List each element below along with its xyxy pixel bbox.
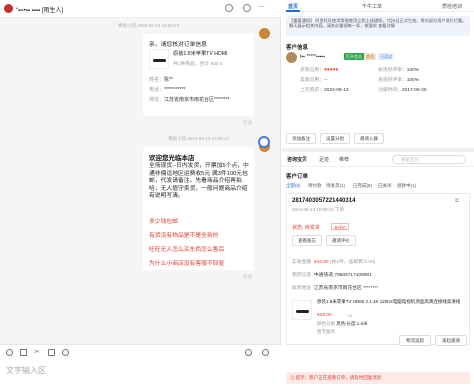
order-status: 状态: 待发货 [292, 225, 320, 231]
quick-reply-link[interactable]: 多少钱包邮 [149, 216, 178, 225]
order-id[interactable]: 2817403057221440314 [292, 198, 355, 204]
badge-bought: 已买过 [378, 53, 394, 60]
chat-pane: “▪=•▪▪ ▪▪▪▪ [陌生人] ⋯ 青松小凯 2023-06-13 10:0… [0, 0, 281, 388]
order-addr-row: 收货地址 江苏省南京市雨花台区 ******** [292, 286, 379, 291]
customer-stats: 买家信用：♥♥♥♥♥ 收货好评率：100% 卖家信用：-- 发货好评率：100%… [300, 66, 470, 120]
contact-avatar[interactable] [4, 4, 13, 13]
footer-tip-banner: ⚠ 提示：客户正在查看订单，请及时回复消息 [286, 372, 470, 384]
stat-last-buy: 上次购买：2022-08-13 [300, 88, 349, 93]
stat-seller-credit: 卖家信用：-- [300, 78, 328, 83]
customer-avatar [286, 52, 297, 63]
timer-icon[interactable] [245, 349, 252, 356]
tab-recommend[interactable]: 推荐 [339, 156, 349, 163]
order-filter-tabs: 全部(9) 待付款 待发货(1) 已完成(8) 已关闭 退款中(1) [286, 182, 470, 191]
notice-banner[interactable]: 【重要通知】 阿里旺旺使用常规使用立即上线通知，7月6日正式生效。将对部分用户进… [286, 16, 470, 36]
message-input[interactable]: 文字输入区 [6, 365, 46, 376]
scroll-indicator[interactable] [258, 136, 270, 148]
screenshot-icon[interactable] [48, 349, 55, 356]
welcome-message: 欢迎您光临本店 全场现货--日内发货，开票加5个点，中通非偏远地区运费收5元 满… [143, 147, 254, 270]
order-item-price: ¥29.00 [317, 313, 332, 318]
send-invite-button[interactable]: 发起邀请 [435, 335, 467, 346]
agent-avatar [259, 28, 270, 39]
customer-info-title: 客户信息 [286, 45, 309, 51]
image-icon[interactable] [20, 349, 27, 356]
chat-header: “▪=•▪▪ ▪▪▪▪ [陌生人] ⋯ [0, 0, 281, 18]
order-card-phone-row: 电话：*********** [149, 87, 186, 93]
order-tab-done[interactable]: 已完成(8) [353, 183, 372, 189]
tab-footprint[interactable]: 足迹 [319, 156, 329, 163]
message-timestamp: 青松小凯 2023-06-13 10:09:24 [118, 23, 180, 28]
order-status-tag: 未评价 [331, 223, 349, 230]
divider [282, 148, 474, 152]
stat-register: 注册时间：2017-06-20 [378, 88, 427, 93]
order-tab-refund[interactable]: 退款中(1) [397, 183, 416, 189]
product-name: 原装1.8米苹果TV HDMI [173, 51, 228, 57]
order-item-qty: ×1 [347, 313, 353, 318]
stat-ship-rate: 发货好评率：100% [378, 78, 420, 83]
badge-member: 会员 [364, 53, 376, 60]
order-tab-closed[interactable]: 已关闭 [378, 183, 392, 189]
stat-receive-rate: 收货好评率：100% [378, 68, 420, 73]
order-card-addr-row: 地址：江苏省南京市雨花台区******** [149, 97, 230, 103]
contact-name: “▪=•▪▪ ▪▪▪▪ [陌生人] [16, 8, 64, 14]
scissors-icon[interactable]: ✂ [34, 348, 40, 356]
view-memo-button[interactable]: 查看备忘 [292, 235, 322, 246]
product-price: 共1件商品，合计 ¥34.0 [173, 62, 223, 67]
item-search-input[interactable]: 搜索宝贝 [392, 155, 466, 164]
order-card: 2817403057221440314 2023-06-13 10:09:15 … [286, 193, 470, 346]
welcome-title: 欢迎您光临本店 [149, 155, 195, 162]
message-timestamp: 青松小凯 2023-06-13 10:09:24 [168, 136, 230, 141]
order-amount-row: 实收金额 ¥34.00 (共1件，含邮费:0.00) [292, 260, 376, 265]
history-icon[interactable] [62, 349, 69, 356]
invite-review-button[interactable]: 邀请评价 [326, 235, 356, 246]
order-section-title: 客户订单 [286, 174, 309, 180]
order-card-title: 亲，请您核对订单信息 [149, 42, 207, 48]
invite-group-button[interactable]: 邀请入群 [354, 133, 384, 144]
badge-open-member: 打开会员 [344, 53, 364, 60]
customer-panel: 首页 千牛工单 质检培训 【重要通知】 阿里旺旺使用常规使用立即上线通知，7月6… [282, 0, 474, 388]
set-group-button[interactable]: 设置分组 [320, 133, 350, 144]
read-status: 已读 [243, 120, 252, 125]
emoji-icon[interactable] [6, 349, 13, 356]
more-icon[interactable]: ⋯ [258, 4, 265, 12]
order-item-service: 暂无服务 [317, 329, 335, 334]
customer-name: t▪▪ *****▪▪▪▪▪ [300, 54, 325, 60]
order-item-title[interactable]: 原装1.8米苹果TV HDMI 2.1 4K 120Hz电脑电视机顶盒高清连接线… [317, 299, 467, 305]
stat-buyer-credit: 买家信用：♥♥♥♥♥ [300, 68, 339, 73]
tab-consult-item[interactable]: 咨询宝贝 [287, 156, 307, 163]
clock-icon[interactable] [243, 4, 251, 12]
tab-workorder[interactable]: 千牛工单 [362, 3, 382, 10]
welcome-body: 全场现货--日内发货，开票加5个点，中通非偏远地区运费收5元 满3件100元包邮… [149, 163, 249, 200]
track-logistics-button[interactable]: 物流追踪 [399, 335, 431, 346]
order-card-name-row: 姓名：陈** [149, 77, 173, 83]
read-status: 已读 [243, 274, 252, 279]
tab-home[interactable]: 首页 [288, 3, 298, 10]
quick-reply-link[interactable]: 旺旺无人怎么买东西怎么售后 [149, 244, 224, 253]
quick-reply-link[interactable]: 为什么小商店没有客服不回复 [149, 258, 224, 267]
panel-tabs: 首页 千牛工单 质检培训 [282, 0, 474, 12]
order-tab-all[interactable]: 全部(9) [286, 183, 301, 189]
add-note-button[interactable]: 添加备注 [286, 133, 316, 144]
tab-quality[interactable]: 质检培训 [442, 3, 462, 10]
order-time: 2023-06-13 10:09:15 下单 [292, 207, 345, 212]
product-thumb [149, 49, 169, 69]
quick-reply-link[interactable]: 有货没有物品是不是全新的 [149, 230, 219, 239]
order-item-sku: 颜色分类 黑色;长度:1.8米 [317, 321, 368, 326]
order-ship-row: 物流信息 中通快递,78605717108981 [292, 273, 372, 278]
emoji-icon[interactable] [225, 4, 233, 12]
tab-active-underline [286, 10, 300, 12]
order-tab-unshipped[interactable]: 待发货(1) [326, 183, 345, 189]
composer: ✂ 文字输入区 [0, 344, 281, 388]
order-tab-unpaid[interactable]: 待付款 [308, 183, 322, 189]
more-options-icon[interactable] [262, 349, 269, 356]
order-confirm-card: 亲，请您核对订单信息 原装1.8米苹果TV HDMI 共1件商品，合计 ¥34.… [143, 34, 254, 116]
recommend-tabs: 咨询宝贝 足迹 推荐 搜索宝贝 [282, 153, 474, 167]
order-item-thumb[interactable] [292, 300, 312, 320]
copy-icon[interactable]: ⧉ [455, 198, 459, 204]
